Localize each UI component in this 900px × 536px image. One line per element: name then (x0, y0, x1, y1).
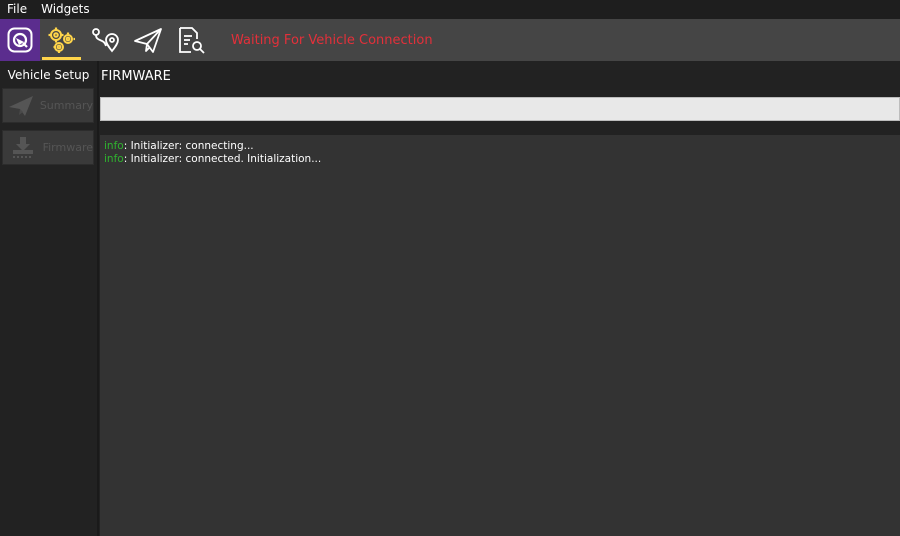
toolbar-plan-button[interactable] (83, 19, 126, 61)
toolbar-fly-button[interactable] (126, 19, 169, 61)
log-line: info: Initializer: connected. Initializa… (104, 153, 900, 166)
firmware-progress-bar (100, 97, 900, 121)
menu-file[interactable]: File (0, 0, 34, 19)
panel-divider (97, 61, 99, 536)
page-title: FIRMWARE (101, 69, 171, 84)
paper-plane-icon (9, 95, 34, 116)
download-icon (12, 136, 33, 158)
sidebar-item-firmware[interactable]: Firmware (2, 130, 94, 165)
connection-status: Waiting For Vehicle Connection (231, 32, 433, 48)
qgc-logo-icon (7, 27, 33, 53)
menu-bar: File Widgets (0, 0, 900, 19)
log-line: info: Initializer: connecting... (104, 140, 900, 153)
gears-icon (48, 27, 75, 53)
toolbar-vehicle-setup-button[interactable] (40, 19, 83, 61)
app-logo-button[interactable] (0, 19, 40, 61)
toolbar: Waiting For Vehicle Connection (0, 19, 900, 61)
sidebar-item-summary[interactable]: Summary (2, 88, 94, 123)
document-search-icon (178, 27, 205, 54)
sidebar-item-label: Summary (39, 99, 93, 112)
setup-sidebar: Vehicle Setup Summary Firmware (0, 61, 97, 536)
sidebar-title: Vehicle Setup (7, 68, 90, 82)
sidebar-item-label: Firmware (42, 141, 93, 154)
log-message: : Initializer: connecting... (123, 140, 254, 152)
log-level: info (104, 153, 124, 165)
paper-plane-icon (133, 28, 162, 53)
log-level: info (104, 140, 124, 152)
firmware-log: info: Initializer: connecting... info: I… (100, 135, 900, 536)
route-pin-icon (91, 28, 119, 53)
log-message: : Initializer: connected. Initialization… (123, 153, 322, 165)
menu-widgets[interactable]: Widgets (34, 0, 97, 19)
toolbar-analyze-button[interactable] (169, 19, 212, 61)
